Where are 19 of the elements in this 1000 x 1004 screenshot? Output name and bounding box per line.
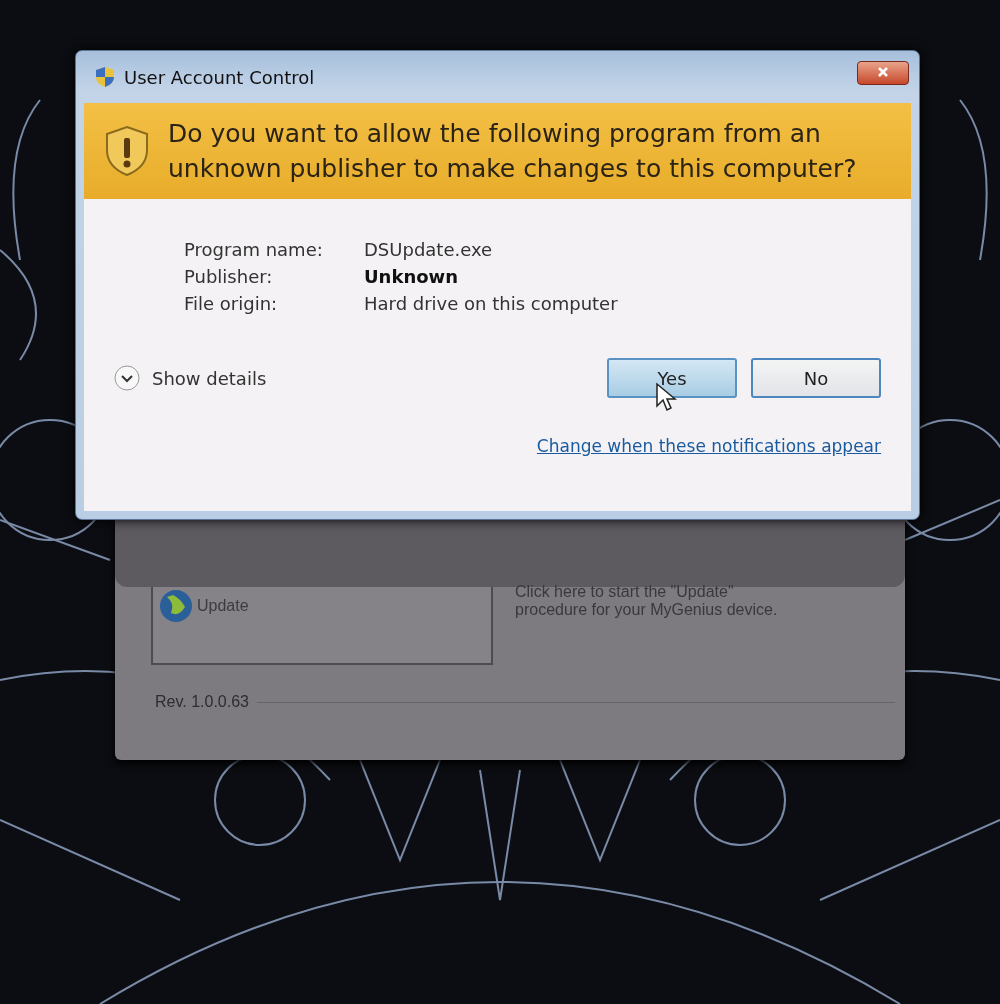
revision-label: Rev. 1.0.0.63 [155,693,249,711]
window-title: User Account Control [124,66,316,88]
close-button[interactable] [857,61,909,85]
question-text: Do you want to allow the following program from an unknown publisher to make changes to this computer? [168,118,858,185]
detail-value: DSUpdate.exe [364,239,494,260]
notifications-link[interactable]: Change when these notifications appear [536,436,881,456]
chevron-icon [114,365,140,391]
globe-icon [159,589,193,623]
close-icon [877,66,889,78]
detail-label: File origin: [184,293,279,314]
detail-value: Hard drive on this computer [364,293,619,314]
shield-icon [94,66,116,88]
detail-label: Program name: [184,239,324,260]
detail-value: Unknown [364,266,460,287]
update-description: Click here to start the "Update" procedure for your MyGenius device. [515,583,779,620]
warning-shield-icon [104,125,150,177]
detail-label: Publisher: [184,266,274,287]
dialog-button[interactable]: No [751,358,881,398]
show-details-toggle[interactable]: Show details [114,365,267,391]
